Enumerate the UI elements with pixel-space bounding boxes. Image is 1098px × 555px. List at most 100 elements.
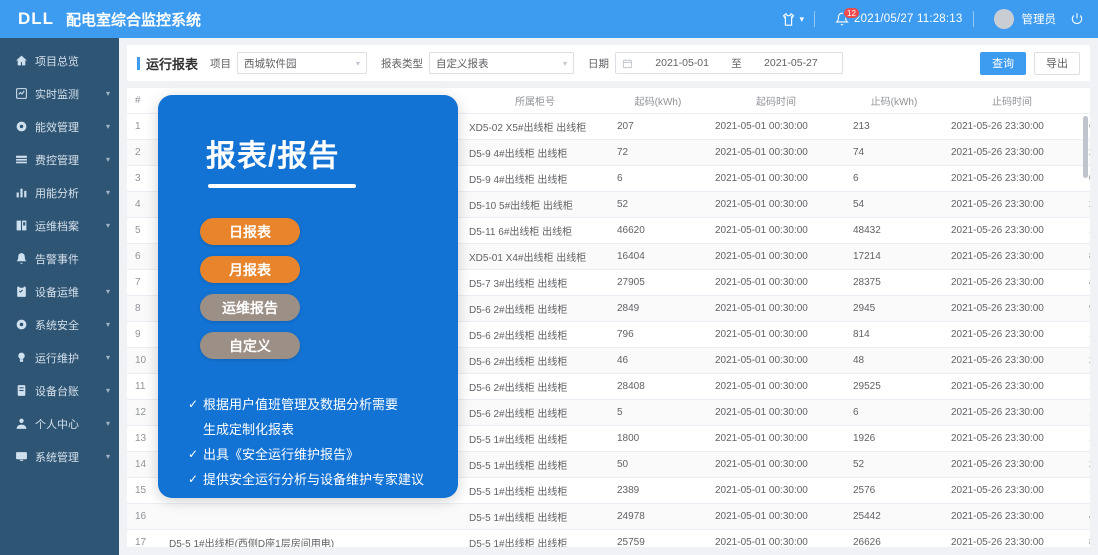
cell-start-time: 2021-05-01 00:30:00 [707,425,845,452]
promo-button-3[interactable]: 运维报告 [200,294,300,321]
username: 管理员 [1021,14,1057,26]
cell-end: 25442 [845,503,943,530]
date-range-picker[interactable]: 2021-05-01 至 2021-05-27 [615,52,844,74]
chevron-down-icon: ▾ [356,58,361,68]
cell-start: 2849 [609,295,707,322]
cell-index: 11 [127,373,161,400]
cell-start: 207 [609,113,707,140]
sidebar-item-7[interactable]: 告警事件 [0,242,119,275]
money-icon [15,153,28,166]
cell-start: 46620 [609,217,707,244]
home-icon [15,54,28,67]
table-scrollbar[interactable] [1083,88,1088,547]
sidebar-item-label: 设备台账 [35,385,79,398]
query-button[interactable]: 查询 [980,51,1026,75]
chevron-down-icon: ▾ [105,221,110,230]
table-row[interactable]: 16 D5-5 1#出线柜 出线柜 24978 2021-05-01 00:30:00… [127,503,1090,530]
project-select[interactable]: 西城软件园 ▾ [237,52,368,74]
cell-cabinet: D5-5 1#出线柜 出线柜 [461,451,609,478]
cell-end-time: 2021-05-26 23:30:00 [943,269,1081,296]
cell-start: 50 [609,451,707,478]
cell-cabinet: D5-10 5#出线柜 出线柜 [461,191,609,218]
cell-start: 16404 [609,243,707,270]
cell-start-time: 2021-05-01 00:30:00 [707,243,845,270]
cell-cabinet: XD5-02 X5#出线柜 出线柜 [461,113,609,140]
date-end-value: 2021-05-27 [764,57,818,69]
sidebar-item-label: 项目总览 [35,55,79,68]
cell-end: 52 [845,451,943,478]
cell-start-time: 2021-05-01 00:30:00 [707,529,845,547]
promo-button-2[interactable]: 月报表 [200,256,300,283]
clipboard-icon [15,285,28,298]
chevron-down-icon: ▾ [105,188,110,197]
cell-cabinet: D5-5 1#出线柜 出线柜 [461,477,609,504]
sidebar-item-9[interactable]: 系统安全 ▾ [0,308,119,341]
cell-index: 4 [127,191,161,218]
cell-cabinet: XD5-01 X4#出线柜 出线柜 [461,243,609,270]
notifications-button[interactable]: 12 [835,7,860,26]
cell-end: 1926 [845,425,943,452]
file-icon [15,384,28,397]
sidebar-item-label: 用能分析 [35,187,79,200]
user-icon [15,417,28,430]
export-button[interactable]: 导出 [1034,51,1080,75]
power-icon [1070,12,1084,26]
bell-icon [15,252,28,265]
sidebar-item-8[interactable]: 设备运维 ▾ [0,275,119,308]
cell-start: 25759 [609,529,707,547]
sidebar-item-6[interactable]: 运维档案 ▾ [0,209,119,242]
cell-cabinet: D5-6 2#出线柜 出线柜 [461,373,609,400]
sidebar-item-2[interactable]: 实时监测 ▾ [0,77,119,110]
user-menu[interactable]: 管理员 [993,9,1057,29]
sidebar-item-13[interactable]: 系统管理 ▾ [0,440,119,473]
col-end: 止码(kWh) [845,88,943,114]
logout-button[interactable] [1070,12,1084,26]
table-scrollbar-thumb[interactable] [1083,116,1088,178]
chevron-down-icon: ▾ [105,122,110,131]
promo-button-4[interactable]: 自定义 [200,332,300,359]
cell-start: 796 [609,321,707,348]
cell-cabinet: D5-6 2#出线柜 出线柜 [461,399,609,426]
sidebar-item-label: 系统安全 [35,319,79,332]
cell-start-time: 2021-05-01 00:30:00 [707,217,845,244]
cell-cabinet: D5-5 1#出线柜 出线柜 [461,425,609,452]
notification-badge: 12 [843,7,860,19]
app-root: DLL 配电室综合监控系统 ▾ 12 2021/05/27 11:28:13 管… [0,0,1098,555]
table-row[interactable]: 17 D5-5 1#出线柜(西侧D座1层房间用电) D5-5 1#出线柜 出线柜 25… [127,529,1090,547]
calendar-icon [622,58,633,69]
cell-start: 6 [609,165,707,192]
cell-index: 7 [127,269,161,296]
sidebar-item-12[interactable]: 个人中心 ▾ [0,407,119,440]
cell-cabinet: D5-5 1#出线柜 出线柜 [461,503,609,530]
cell-index: 1 [127,113,161,140]
bar-chart-icon [15,186,28,199]
sidebar-item-label: 实时监测 [35,88,79,101]
cell-start-time: 2021-05-01 00:30:00 [707,347,845,374]
cell-start: 28408 [609,373,707,400]
promo-button-1[interactable]: 日报表 [200,218,300,245]
cell-end: 6 [845,165,943,192]
cell-start-time: 2021-05-01 00:30:00 [707,373,845,400]
book-icon [15,219,28,232]
sidebar-item-4[interactable]: 费控管理 ▾ [0,143,119,176]
sidebar-item-5[interactable]: 用能分析 ▾ [0,176,119,209]
sidebar-item-10[interactable]: 运行维护 ▾ [0,341,119,374]
cell-end-time: 2021-05-26 23:30:00 [943,139,1081,166]
promo-feature-text: 提供安全运行分析与设备维护专家建议 [203,472,425,487]
col-cabinet: 所属柜号 [461,88,609,114]
theme-switcher[interactable]: ▾ [781,12,804,27]
monitor-icon [15,87,28,100]
cell-start: 1800 [609,425,707,452]
cell-end: 213 [845,113,943,140]
cell-end-time: 2021-05-26 23:30:00 [943,503,1081,530]
clock: 2021/05/27 11:28:13 [854,13,963,25]
sidebar-item-3[interactable]: 能效管理 ▾ [0,110,119,143]
cell-end: 2945 [845,295,943,322]
sidebar-item-11[interactable]: 设备台账 ▾ [0,374,119,407]
report-type-select[interactable]: 自定义报表 ▾ [429,52,575,74]
chevron-down-icon: ▾ [105,89,110,98]
title-accent-bar [137,56,140,70]
sidebar-item-1[interactable]: 项目总览 [0,44,119,77]
cell-end-time: 2021-05-26 23:30:00 [943,321,1081,348]
cell-start-time: 2021-05-01 00:30:00 [707,295,845,322]
